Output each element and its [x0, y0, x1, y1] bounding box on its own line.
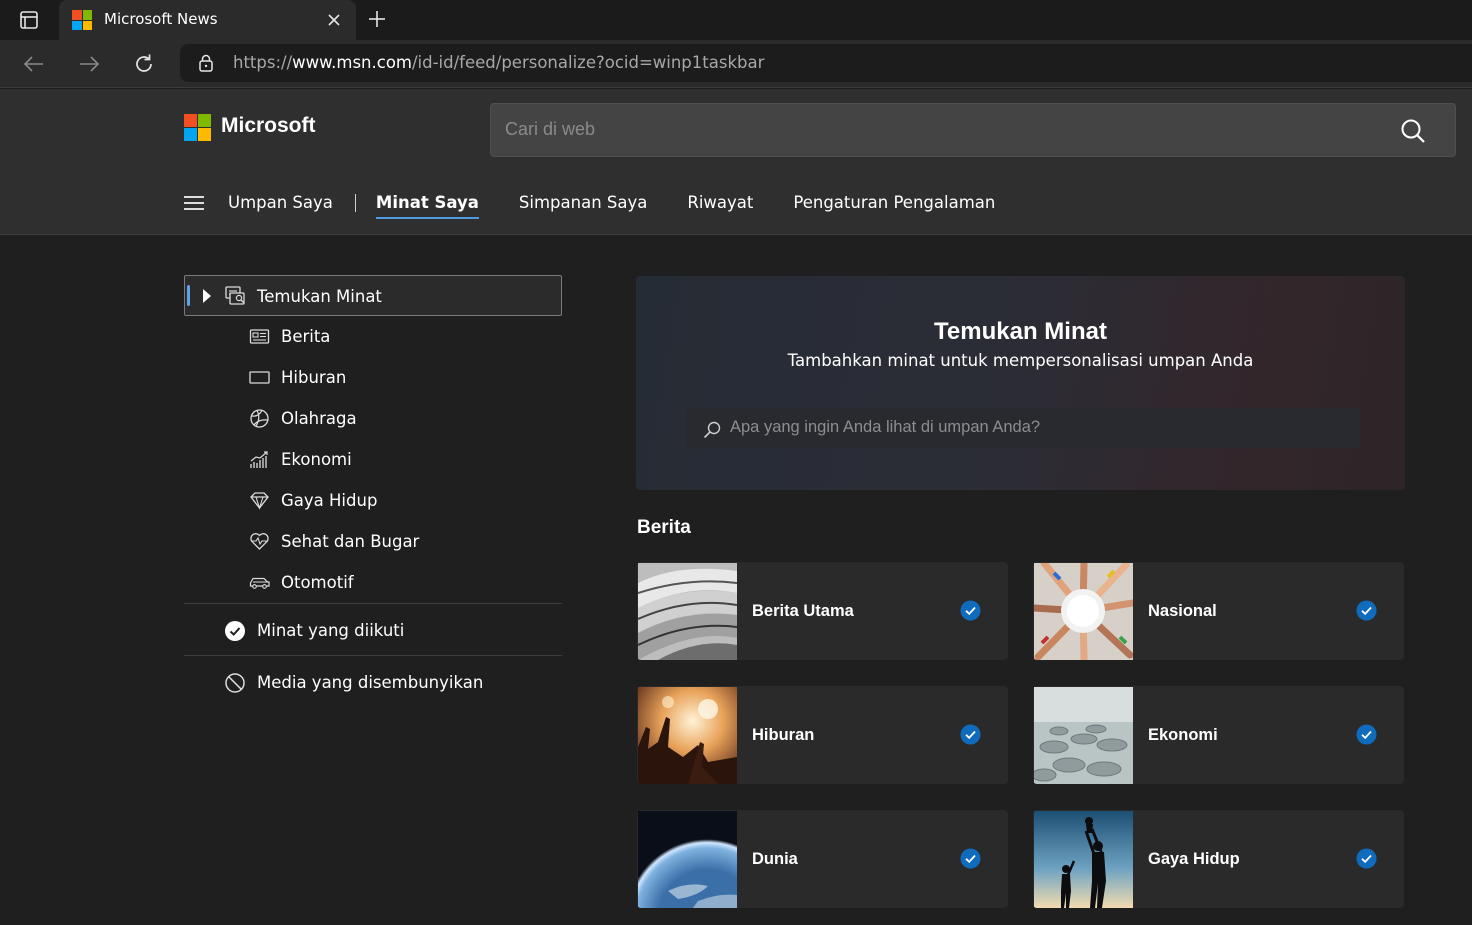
newspaper-icon [249, 329, 270, 344]
search-icon[interactable] [1399, 117, 1427, 145]
card-title: Nasional [1148, 602, 1217, 620]
discover-icon [225, 286, 245, 305]
microsoft-logo-icon[interactable] [184, 114, 211, 141]
sidebar-item-hiburan[interactable]: Hiburan [184, 357, 562, 398]
card-title: Gaya Hidup [1148, 850, 1240, 868]
coins-thumbnail [1034, 687, 1133, 784]
sidebar-item-label: Gaya Hidup [281, 491, 378, 510]
url-bar[interactable]: https://www.msn.com/id-id/feed/personali… [180, 44, 1472, 82]
refresh-icon[interactable] [132, 52, 156, 76]
nav-feed[interactable]: Umpan Saya [228, 191, 333, 215]
main-nav: Umpan Saya Minat Saya Simpanan Saya Riwa… [184, 189, 1035, 219]
web-search-box[interactable] [490, 103, 1456, 157]
card-title: Berita Utama [752, 602, 854, 620]
url-text[interactable]: https://www.msn.com/id-id/feed/personali… [233, 53, 764, 72]
sidebar-item-otomotif[interactable]: Otomotif [184, 562, 562, 603]
nav-history[interactable]: Riwayat [687, 191, 753, 215]
url-host: www.msn.com [292, 53, 412, 72]
interest-search-box[interactable] [686, 408, 1360, 448]
nav-settings[interactable]: Pengaturan Pengalaman [793, 191, 995, 215]
sidebar-item-label: Ekonomi [281, 450, 352, 469]
checkmark-circle-icon[interactable] [960, 600, 981, 621]
tab-title: Microsoft News [104, 10, 218, 28]
checkmark-circle-icon[interactable] [1356, 600, 1377, 621]
sidebar-item-olahraga[interactable]: Olahraga [184, 398, 562, 439]
msn-header: Microsoft Umpan Saya Minat Saya Simpanan… [0, 89, 1472, 235]
back-arrow-icon[interactable] [22, 52, 46, 76]
sidebar-item-label: Berita [281, 327, 331, 346]
hero-subtitle: Tambahkan minat untuk mempersonalisasi u… [787, 351, 1254, 370]
card-title: Ekonomi [1148, 726, 1218, 744]
diamond-icon [250, 492, 269, 510]
checkmark-circle-icon[interactable] [1356, 724, 1377, 745]
url-path: /id-id/feed/personalize?ocid=winp1taskba… [411, 53, 765, 72]
sidebar-item-hidden[interactable]: Media yang disembunyikan [184, 656, 562, 707]
checkmark-circle-icon[interactable] [960, 724, 981, 745]
interest-card-gaya-hidup[interactable]: Gaya Hidup [1033, 810, 1404, 908]
sidebar-item-label: Temukan Minat [257, 287, 382, 306]
interest-card-hiburan[interactable]: Hiburan [637, 686, 1008, 784]
microsoft-favicon-icon [72, 10, 92, 30]
tab-actions-icon[interactable] [18, 9, 40, 31]
sidebar-item-label: Sehat dan Bugar [281, 532, 420, 551]
nav-divider [354, 194, 356, 212]
url-scheme: https:// [233, 53, 293, 72]
selection-indicator [187, 285, 190, 306]
web-search-input[interactable] [505, 119, 1365, 140]
search-icon [703, 421, 721, 439]
sidebar-item-sehat[interactable]: Sehat dan Bugar [184, 521, 562, 562]
sidebar-item-label: Minat yang diikuti [257, 621, 405, 640]
concert-crowd-thumbnail [638, 687, 737, 784]
expand-caret-icon[interactable] [203, 289, 211, 303]
interest-card-nasional[interactable]: Nasional [1033, 562, 1404, 660]
hero-title: Temukan Minat [934, 318, 1107, 345]
ball-icon [250, 409, 269, 428]
sidebar-item-label: Olahraga [281, 409, 357, 428]
new-tab-plus-icon[interactable] [366, 8, 388, 30]
browser-tab-bar: Microsoft News [0, 0, 1472, 40]
interest-card-ekonomi[interactable]: Ekonomi [1033, 686, 1404, 784]
sidebar-item-ekonomi[interactable]: Ekonomi [184, 439, 562, 480]
interests-sidebar: Temukan Minat Berita Hiburan Olahraga Ek… [184, 275, 562, 707]
chart-icon [250, 451, 268, 468]
family-silhouette-thumbnail [1034, 811, 1133, 908]
section-title: Berita [637, 517, 691, 538]
lock-icon[interactable] [198, 54, 214, 72]
nav-saved[interactable]: Simpanan Saya [519, 191, 647, 215]
card-title: Dunia [752, 850, 798, 868]
sidebar-item-label: Otomotif [281, 573, 354, 592]
block-icon [225, 673, 245, 693]
address-toolbar: https://www.msn.com/id-id/feed/personali… [0, 40, 1472, 88]
earth-thumbnail [638, 811, 737, 908]
checkmark-circle-icon[interactable] [1356, 848, 1377, 869]
interest-search-input[interactable] [730, 418, 1330, 437]
hamburger-menu-icon[interactable] [184, 195, 206, 211]
sidebar-item-label: Media yang disembunyikan [257, 673, 484, 692]
sidebar-item-berita[interactable]: Berita [184, 316, 562, 357]
discover-hero: Temukan Minat Tambahkan minat untuk memp… [636, 276, 1405, 490]
sidebar-item-followed[interactable]: Minat yang diikuti [184, 604, 562, 655]
newspapers-thumbnail [638, 563, 737, 660]
interest-card-dunia[interactable]: Dunia [637, 810, 1008, 908]
tab-microsoft-news[interactable]: Microsoft News [59, 0, 356, 40]
car-icon [249, 577, 270, 589]
checkmark-circle-icon[interactable] [960, 848, 981, 869]
forward-arrow-icon[interactable] [77, 52, 101, 76]
screen-icon [249, 371, 270, 384]
card-title: Hiburan [752, 726, 815, 744]
sidebar-item-discover[interactable]: Temukan Minat [184, 275, 562, 316]
sidebar-item-label: Hiburan [281, 368, 347, 387]
interest-card-berita-utama[interactable]: Berita Utama [637, 562, 1008, 660]
close-icon[interactable] [325, 11, 343, 29]
checkmark-circle-icon [225, 621, 245, 641]
sidebar-item-gaya-hidup[interactable]: Gaya Hidup [184, 480, 562, 521]
brand-name[interactable]: Microsoft [221, 114, 316, 138]
heart-pulse-icon [250, 533, 269, 550]
hands-circle-thumbnail [1034, 563, 1133, 660]
nav-interests[interactable]: Minat Saya [375, 191, 479, 219]
